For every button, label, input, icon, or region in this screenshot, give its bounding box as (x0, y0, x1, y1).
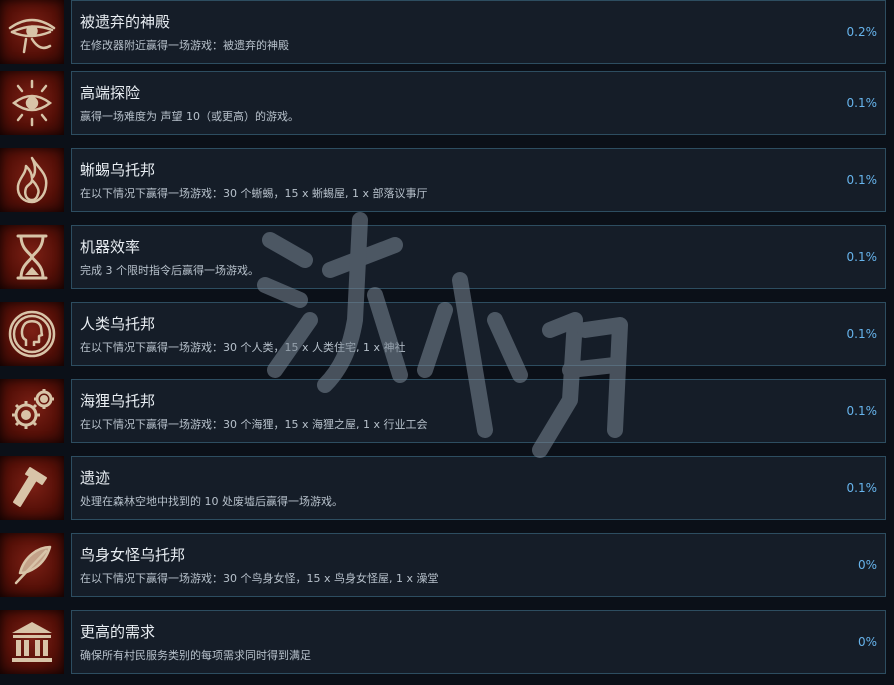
achievement-description: 完成 3 个限时指令后赢得一场游戏。 (80, 264, 259, 277)
achievement-panel: 鸟身女怪乌托邦 在以下情况下赢得一场游戏：30 个鸟身女怪，15 x 鸟身女怪屋… (71, 533, 886, 597)
achievement-percent: 0% (857, 558, 877, 572)
flame-icon (0, 148, 64, 212)
achievement-description: 处理在森林空地中找到的 10 处废墟后赢得一场游戏。 (80, 495, 343, 508)
achievement-title: 鸟身女怪乌托邦 (80, 546, 186, 564)
achievement-percent: 0.1% (846, 327, 878, 341)
gears-icon (0, 379, 64, 443)
achievement-panel: 人类乌托邦 在以下情况下赢得一场游戏：30 个人类，15 x 人类住宅, 1 x… (71, 302, 886, 366)
achievement-row[interactable]: 蜥蜴乌托邦 在以下情况下赢得一场游戏：30 个蜥蜴，15 x 蜥蜴屋, 1 x … (0, 148, 894, 223)
achievement-row[interactable]: 更高的需求 确保所有村民服务类别的每项需求同时得到满足 0% (0, 610, 894, 685)
achievement-percent: 0.1% (846, 250, 878, 264)
achievement-percent: 0% (857, 635, 877, 649)
achievement-panel: 被遗弃的神殿 在修改器附近赢得一场游戏：被遗弃的神殿 0.2% (71, 0, 886, 64)
achievement-title: 更高的需求 (80, 623, 156, 641)
achievement-title: 机器效率 (80, 238, 141, 256)
achievement-description: 赢得一场难度为 声望 10（或更高）的游戏。 (80, 110, 299, 123)
achievement-panel: 机器效率 完成 3 个限时指令后赢得一场游戏。 0.1% (71, 225, 886, 289)
hammer-icon (0, 456, 64, 520)
temple-icon (0, 610, 64, 674)
achievement-description: 在以下情况下赢得一场游戏：30 个蜥蜴，15 x 蜥蜴屋, 1 x 部落议事厅 (80, 187, 428, 200)
sun-eye-icon (0, 71, 64, 135)
achievement-percent: 0.1% (846, 404, 878, 418)
achievement-panel: 高端探险 赢得一场难度为 声望 10（或更高）的游戏。 0.1% (71, 71, 886, 135)
achievement-description: 在修改器附近赢得一场游戏：被遗弃的神殿 (80, 39, 289, 52)
achievement-title: 遗迹 (80, 469, 111, 487)
achievement-title: 海狸乌托邦 (80, 392, 156, 410)
achievement-percent: 0.2% (846, 25, 878, 39)
achievement-percent: 0.1% (846, 481, 878, 495)
achievement-description: 在以下情况下赢得一场游戏：30 个鸟身女怪，15 x 鸟身女怪屋, 1 x 澡堂 (80, 572, 439, 585)
feather-icon (0, 533, 64, 597)
eye-of-horus-icon (0, 0, 64, 64)
achievement-panel: 蜥蜴乌托邦 在以下情况下赢得一场游戏：30 个蜥蜴，15 x 蜥蜴屋, 1 x … (71, 148, 886, 212)
achievement-row[interactable]: 海狸乌托邦 在以下情况下赢得一场游戏：30 个海狸，15 x 海狸之屋, 1 x… (0, 379, 894, 454)
achievement-percent: 0.1% (846, 96, 878, 110)
achievement-panel: 海狸乌托邦 在以下情况下赢得一场游戏：30 个海狸，15 x 海狸之屋, 1 x… (71, 379, 886, 443)
achievement-percent: 0.1% (846, 173, 878, 187)
hourglass-icon (0, 225, 64, 289)
achievement-title: 蜥蜴乌托邦 (80, 161, 156, 179)
achievement-row[interactable]: 被遗弃的神殿 在修改器附近赢得一场游戏：被遗弃的神殿 0.2% (0, 0, 894, 75)
achievement-description: 在以下情况下赢得一场游戏：30 个海狸，15 x 海狸之屋, 1 x 行业工会 (80, 418, 428, 431)
achievement-row[interactable]: 鸟身女怪乌托邦 在以下情况下赢得一场游戏：30 个鸟身女怪，15 x 鸟身女怪屋… (0, 533, 894, 608)
human-head-icon (0, 302, 64, 366)
achievement-row[interactable]: 高端探险 赢得一场难度为 声望 10（或更高）的游戏。 0.1% (0, 71, 894, 146)
achievement-description: 确保所有村民服务类别的每项需求同时得到满足 (80, 649, 311, 662)
achievement-description: 在以下情况下赢得一场游戏：30 个人类，15 x 人类住宅, 1 x 神社 (80, 341, 406, 354)
achievement-row[interactable]: 人类乌托邦 在以下情况下赢得一场游戏：30 个人类，15 x 人类住宅, 1 x… (0, 302, 894, 377)
achievement-panel: 遗迹 处理在森林空地中找到的 10 处废墟后赢得一场游戏。 0.1% (71, 456, 886, 520)
achievement-row[interactable]: 遗迹 处理在森林空地中找到的 10 处废墟后赢得一场游戏。 0.1% (0, 456, 894, 531)
achievement-panel: 更高的需求 确保所有村民服务类别的每项需求同时得到满足 0% (71, 610, 886, 674)
achievement-title: 高端探险 (80, 84, 141, 102)
achievement-title: 被遗弃的神殿 (80, 13, 171, 31)
achievement-row[interactable]: 机器效率 完成 3 个限时指令后赢得一场游戏。 0.1% (0, 225, 894, 300)
achievement-title: 人类乌托邦 (80, 315, 156, 333)
